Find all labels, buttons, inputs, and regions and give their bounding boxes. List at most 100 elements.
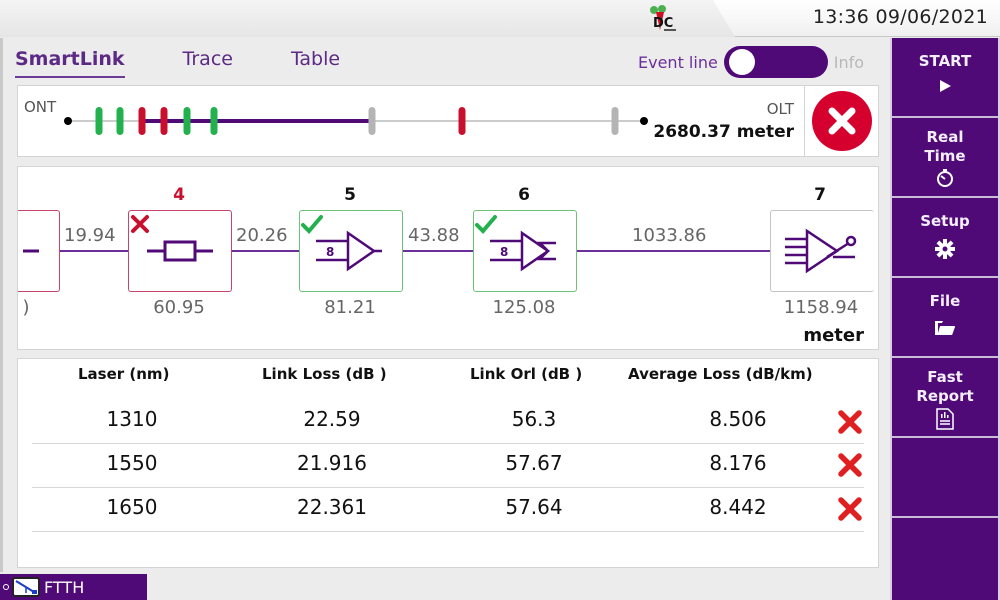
link-loss-cell: 22.361 <box>297 495 367 519</box>
start-label: START <box>918 52 972 70</box>
link-overview: ONT OLT 2680.37 meter <box>17 85 879 157</box>
empty-button-1[interactable] <box>892 438 998 518</box>
laser-cell: 1650 <box>106 495 158 519</box>
column-header-link-loss: Link Loss (dB ) <box>262 365 387 383</box>
element-position: 1158.94 <box>783 297 859 318</box>
otdr-smartlink-screen: DC 13:36 09/06/2021 SmartLink Trace Tabl… <box>0 0 1000 600</box>
olt-endpoint <box>640 117 648 125</box>
event-line-toggle-group: Event line Info <box>638 46 864 78</box>
event-marker-fail[interactable] <box>458 107 466 135</box>
time: 13:36 <box>812 6 870 28</box>
segment-length: 1033.86 <box>632 225 707 246</box>
tab-table[interactable]: Table <box>291 48 340 78</box>
link-orl-cell: 57.67 <box>505 451 563 475</box>
event-marker-fail[interactable] <box>138 107 146 135</box>
setup-button[interactable]: Setup <box>892 198 998 278</box>
column-header-average-loss: Average Loss (dB/km) <box>628 365 813 383</box>
stopwatch-icon <box>892 168 998 188</box>
mode-dot <box>3 584 9 590</box>
report-icon <box>892 408 998 430</box>
date: 09/06/2021 <box>875 6 988 28</box>
element-position: 81.21 <box>324 297 376 318</box>
dc-logo-icon: DC <box>650 5 676 31</box>
event-line-label: Event line <box>638 52 718 72</box>
tab-trace[interactable]: Trace <box>183 48 233 78</box>
fail-x-icon <box>131 215 149 233</box>
event-marker-pass[interactable] <box>210 107 218 135</box>
event-marker-neutral[interactable] <box>611 107 619 135</box>
info-label: Info <box>833 52 865 72</box>
element-number: 7 <box>814 185 826 205</box>
element-6-box[interactable]: 8 <box>473 210 577 292</box>
segment-length: 19.94 <box>64 225 116 246</box>
result-status-badge <box>804 86 878 156</box>
column-header-link-orl: Link Orl (dB ) <box>470 365 583 383</box>
status-bar: DC 13:36 09/06/2021 <box>0 0 1000 37</box>
link-loss-cell: 22.59 <box>303 407 361 431</box>
element-number: 4 <box>173 185 185 205</box>
link-schematic: ) 19.94 4 60.95 20.26 5 8 81.21 43.88 6 … <box>17 166 879 350</box>
clock: 13:36 09/06/2021 <box>813 6 988 28</box>
column-header-laser: Laser (nm) <box>78 365 170 383</box>
fast-report-button[interactable]: Fast Report <box>892 358 998 438</box>
gear-icon <box>892 239 998 259</box>
setup-label: Setup <box>920 212 970 230</box>
tab-smartlink[interactable]: SmartLink <box>15 48 125 78</box>
link-loss-cell: 21.916 <box>297 451 367 475</box>
link-orl-cell: 56.3 <box>511 407 557 431</box>
ont-endpoint <box>64 117 72 125</box>
element-4-box[interactable] <box>128 210 232 292</box>
play-icon <box>892 79 998 93</box>
fail-x-icon <box>838 497 862 521</box>
element-3-box[interactable] <box>18 210 60 292</box>
element-5-box[interactable]: 8 <box>299 210 403 292</box>
svg-text:DC: DC <box>653 16 673 31</box>
action-sidebar: START Real Time Setup File Fast Report <box>890 38 1000 600</box>
pass-check-icon <box>301 215 323 234</box>
element-position: ) <box>22 297 30 318</box>
fail-x-icon <box>838 453 862 477</box>
folder-icon <box>892 319 998 337</box>
toggle-knob[interactable] <box>728 49 755 75</box>
avg-loss-cell: 8.506 <box>709 407 767 431</box>
laser-cell: 1550 <box>106 451 158 475</box>
row-divider <box>32 443 864 444</box>
distance-unit: meter <box>803 325 864 346</box>
element-7-box[interactable] <box>770 210 874 292</box>
results-table: Laser (nm) Link Loss (dB ) Link Orl (dB … <box>17 358 879 568</box>
connector-icon <box>23 249 39 253</box>
svg-text:8: 8 <box>500 245 508 259</box>
fast-report-label: Fast Report <box>916 368 974 405</box>
segment-length: 43.88 <box>408 225 460 246</box>
event-marker-neutral[interactable] <box>368 107 376 135</box>
file-label: File <box>929 292 961 310</box>
element-position: 125.08 <box>492 297 556 318</box>
link-orl-cell: 57.64 <box>505 495 563 519</box>
event-marker-pass[interactable] <box>183 107 191 135</box>
segment-length: 20.26 <box>236 225 288 246</box>
ftth-icon <box>12 577 40 597</box>
main-panel: SmartLink Trace Table Event line Info ON… <box>0 38 890 572</box>
avg-loss-cell: 8.176 <box>709 451 767 475</box>
pass-check-icon <box>475 215 497 234</box>
element-number: 5 <box>344 185 356 205</box>
event-line-toggle[interactable] <box>723 46 828 78</box>
real-time-button[interactable]: Real Time <box>892 118 998 198</box>
element-position: 60.95 <box>153 297 205 318</box>
view-tabs: SmartLink Trace Table <box>15 48 398 78</box>
event-marker-fail[interactable] <box>160 107 168 135</box>
svg-text:8: 8 <box>326 245 334 259</box>
element-number: 6 <box>518 185 530 205</box>
event-marker-pass[interactable] <box>95 107 103 135</box>
empty-button-2[interactable] <box>892 518 998 600</box>
fail-icon <box>811 91 872 151</box>
event-marker-pass[interactable] <box>116 107 124 135</box>
olt-icon <box>785 228 857 274</box>
laser-cell: 1310 <box>106 407 158 431</box>
avg-loss-cell: 8.442 <box>709 495 767 519</box>
row-divider <box>32 487 864 488</box>
file-button[interactable]: File <box>892 278 998 358</box>
start-button[interactable]: START <box>892 38 998 118</box>
mode-label: FTTH <box>44 577 85 597</box>
mode-indicator[interactable]: FTTH <box>0 574 147 600</box>
